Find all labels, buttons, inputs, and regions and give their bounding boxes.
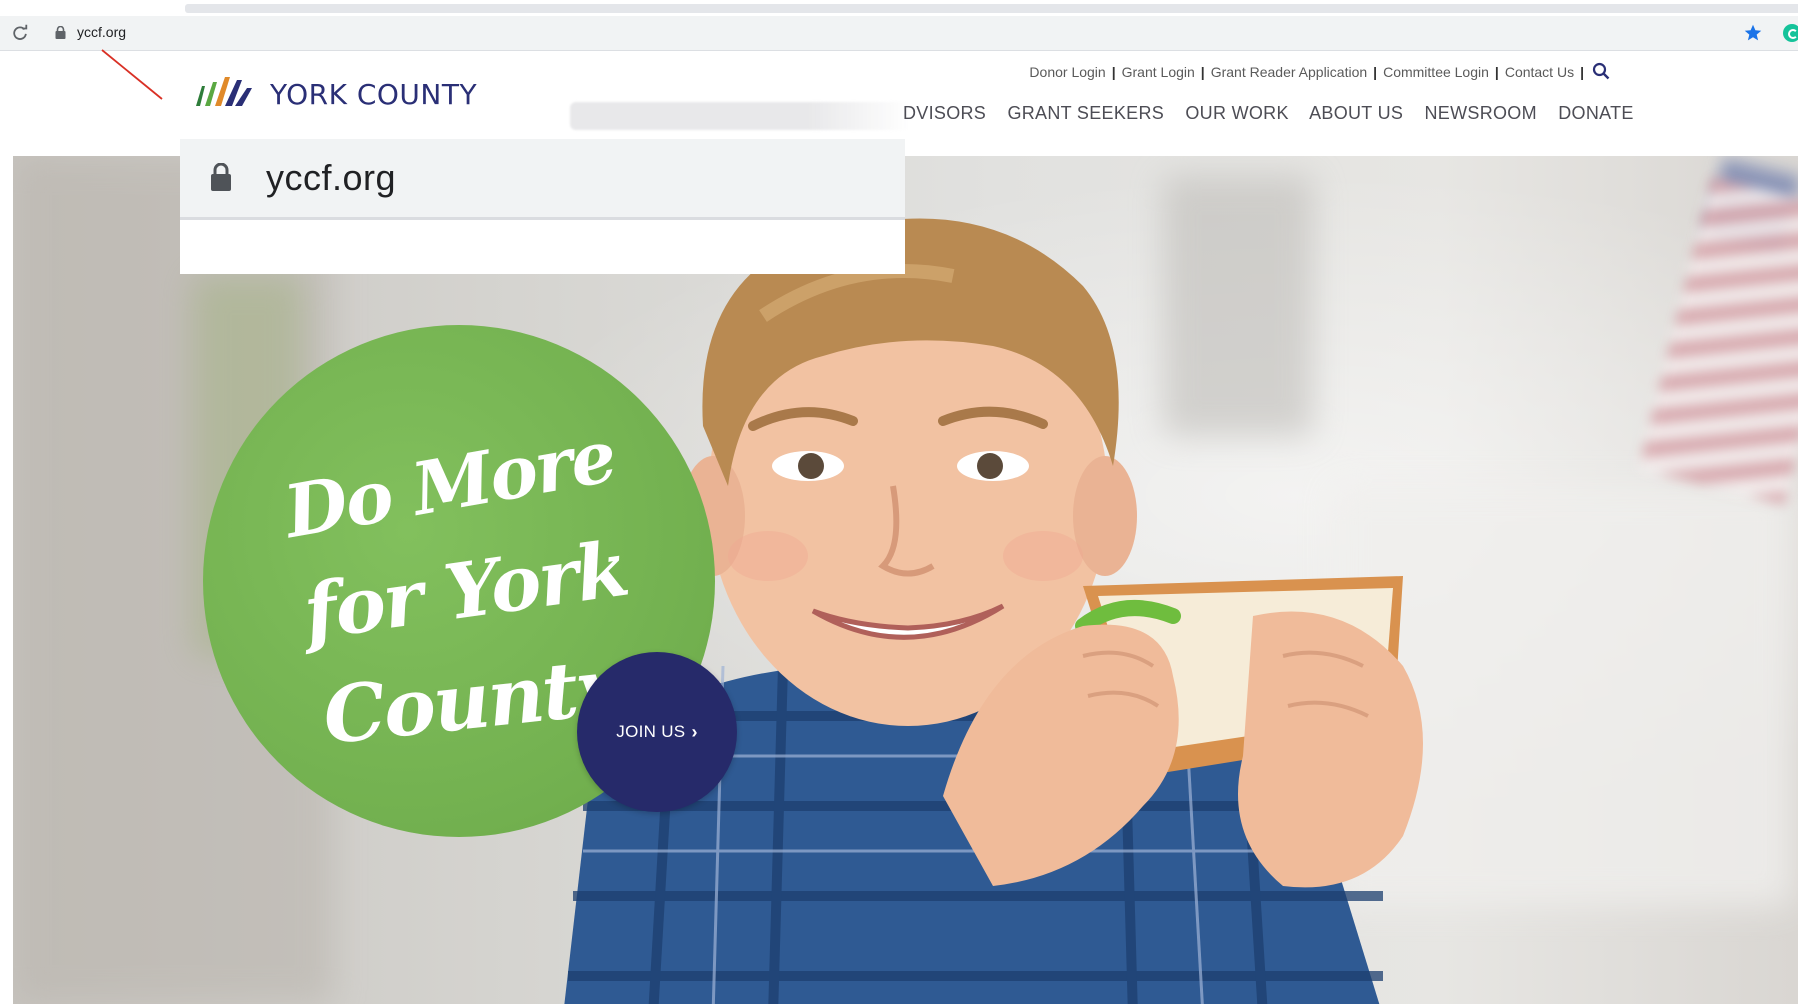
address-bar: yccf.org xyxy=(0,16,1798,51)
nav-newsroom[interactable]: NEWSROOM xyxy=(1425,103,1537,123)
divider: | xyxy=(1494,64,1499,80)
lock-icon xyxy=(55,26,66,39)
annotation-arrow xyxy=(101,49,163,100)
join-us-button[interactable]: JOIN US › xyxy=(577,652,737,812)
grant-login-link[interactable]: Grant Login xyxy=(1122,64,1195,80)
logo-text: YORK COUNTY xyxy=(270,78,478,111)
nav-donate[interactable]: DONATE xyxy=(1558,103,1633,123)
zoomed-url-text: yccf.org xyxy=(266,157,397,198)
logo-mark-icon xyxy=(196,77,252,106)
bookmark-star-icon[interactable] xyxy=(1742,22,1764,44)
american-flag xyxy=(1638,177,1798,505)
search-icon[interactable] xyxy=(1592,62,1610,80)
chevron-right-icon: › xyxy=(691,721,698,742)
reload-icon[interactable] xyxy=(11,24,29,42)
divider: | xyxy=(1580,64,1584,80)
nav-grant-seekers[interactable]: GRANT SEEKERS xyxy=(1007,103,1164,123)
divider: | xyxy=(1111,64,1116,80)
url-text[interactable]: yccf.org xyxy=(77,24,126,40)
lock-icon xyxy=(211,163,231,191)
committee-login-link[interactable]: Committee Login xyxy=(1383,64,1489,80)
donor-login-link[interactable]: Donor Login xyxy=(1029,64,1105,80)
utility-nav: Donor Login | Grant Login | Grant Reader App… xyxy=(1029,62,1610,82)
url-zoom-callout: yccf.org xyxy=(180,139,905,274)
nav-advisors[interactable]: DVISORS xyxy=(903,103,986,123)
zoomed-address-bar: yccf.org xyxy=(180,139,905,220)
blurred-nav-overlay xyxy=(570,102,910,130)
grant-reader-application-link[interactable]: Grant Reader Application xyxy=(1211,64,1367,80)
join-us-label: JOIN US xyxy=(616,722,686,741)
tab-strip xyxy=(185,4,1798,13)
divider: | xyxy=(1373,64,1378,80)
hero-banner: Do More for York County JOIN US › xyxy=(13,156,1798,1004)
contact-us-link[interactable]: Contact Us xyxy=(1505,64,1574,80)
main-nav: DVISORS GRANT SEEKERS OUR WORK ABOUT US … xyxy=(903,103,1650,124)
nav-about-us[interactable]: ABOUT US xyxy=(1309,103,1403,123)
extension-icon[interactable] xyxy=(1783,24,1798,42)
divider: | xyxy=(1200,64,1205,80)
nav-our-work[interactable]: OUR WORK xyxy=(1185,103,1288,123)
